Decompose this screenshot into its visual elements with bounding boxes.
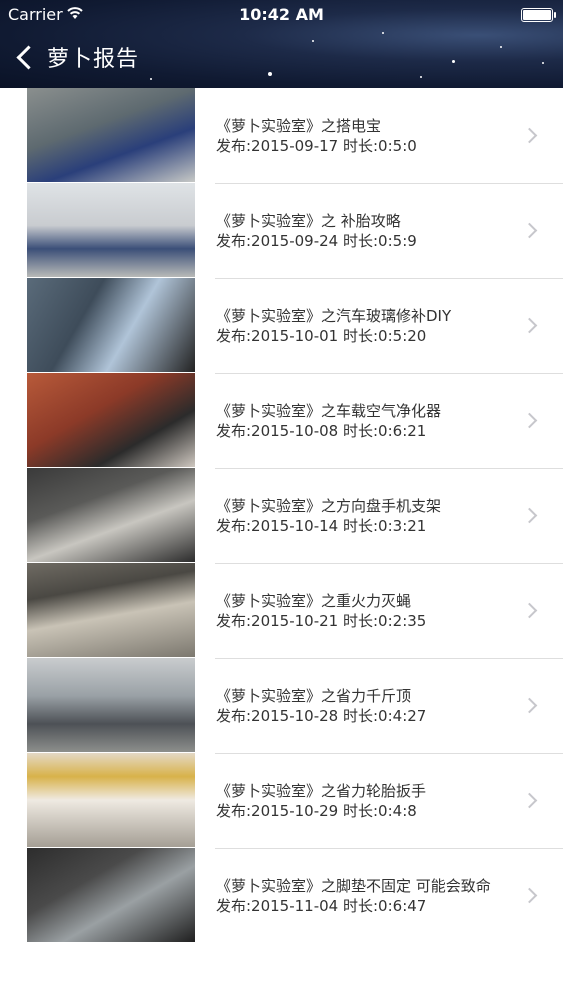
list-item[interactable]: 《萝卜实验室》之重火力灭蝇 发布:2015-10-21 时长:0:2:35: [0, 563, 563, 658]
item-title: 《萝卜实验室》之汽车玻璃修补DIY: [216, 306, 452, 325]
video-thumbnail: [27, 563, 195, 657]
status-bar: Carrier 10:42 AM: [0, 0, 563, 30]
chevron-right-icon: [521, 697, 538, 713]
back-button[interactable]: 萝卜报告: [14, 40, 139, 74]
chevron-right-icon: [521, 887, 538, 903]
list-item[interactable]: 《萝卜实验室》之省力轮胎扳手 发布:2015-10-29 时长:0:4:8: [0, 753, 563, 848]
video-thumbnail: [27, 373, 195, 467]
star: [382, 32, 384, 34]
video-thumbnail: [27, 88, 195, 182]
item-text: 《萝卜实验室》之车载空气净化器 发布:2015-10-08 时长:0:6:21: [216, 401, 513, 441]
item-meta: 发布:2015-09-17 时长:0:5:0: [216, 136, 417, 155]
star: [268, 72, 272, 76]
item-meta: 发布:2015-10-29 时长:0:4:8: [216, 801, 417, 820]
list-item[interactable]: 《萝卜实验室》之方向盘手机支架 发布:2015-10-14 时长:0:3:21: [0, 468, 563, 563]
item-title: 《萝卜实验室》之车载空气净化器: [216, 401, 442, 420]
star: [312, 40, 314, 42]
item-text: 《萝卜实验室》之省力轮胎扳手 发布:2015-10-29 时长:0:4:8: [216, 781, 513, 821]
item-meta: 发布:2015-10-14 时长:0:3:21: [216, 516, 427, 535]
item-title: 《萝卜实验室》之重火力灭蝇: [216, 591, 412, 610]
item-text: 《萝卜实验室》之脚垫不固定 可能会致命 发布:2015-11-04 时长:0:6…: [216, 876, 513, 916]
video-thumbnail: [27, 658, 195, 752]
item-meta: 发布:2015-10-08 时长:0:6:21: [216, 421, 427, 440]
star: [500, 46, 502, 48]
chevron-right-icon: [521, 412, 538, 428]
chevron-left-icon: [16, 44, 41, 70]
item-title: 《萝卜实验室》之省力轮胎扳手: [216, 781, 427, 800]
item-title: 《萝卜实验室》之搭电宝: [216, 116, 382, 135]
item-title: 《萝卜实验室》之省力千斤顶: [216, 686, 412, 705]
chevron-right-icon: [521, 792, 538, 808]
star: [420, 76, 422, 78]
list-item[interactable]: 《萝卜实验室》之搭电宝 发布:2015-09-17 时长:0:5:0: [0, 88, 563, 183]
item-text: 《萝卜实验室》之汽车玻璃修补DIY 发布:2015-10-01 时长:0:5:2…: [216, 306, 513, 346]
video-thumbnail: [27, 753, 195, 847]
item-meta: 发布:2015-10-21 时长:0:2:35: [216, 611, 427, 630]
list-item[interactable]: 《萝卜实验室》之脚垫不固定 可能会致命 发布:2015-11-04 时长:0:6…: [0, 848, 563, 943]
video-list: 《萝卜实验室》之搭电宝 发布:2015-09-17 时长:0:5:0 《萝卜实验…: [0, 88, 563, 943]
item-text: 《萝卜实验室》之搭电宝 发布:2015-09-17 时长:0:5:0: [216, 116, 513, 156]
star: [452, 60, 455, 63]
item-text: 《萝卜实验室》之方向盘手机支架 发布:2015-10-14 时长:0:3:21: [216, 496, 513, 536]
item-title: 《萝卜实验室》之脚垫不固定 可能会致命: [216, 876, 491, 895]
status-time: 10:42 AM: [239, 5, 324, 24]
chevron-right-icon: [521, 507, 538, 523]
page-title: 萝卜报告: [47, 47, 140, 72]
chevron-right-icon: [521, 127, 538, 143]
video-thumbnail: [27, 278, 195, 372]
battery-icon: [521, 8, 556, 22]
item-meta: 发布:2015-10-01 时长:0:5:20: [216, 326, 427, 345]
item-text: 《萝卜实验室》之省力千斤顶 发布:2015-10-28 时长:0:4:27: [216, 686, 513, 726]
chevron-right-icon: [521, 317, 538, 333]
chevron-right-icon: [521, 222, 538, 238]
item-title: 《萝卜实验室》之 补胎攻略: [216, 211, 401, 230]
video-thumbnail: [27, 848, 195, 942]
item-meta: 发布:2015-09-24 时长:0:5:9: [216, 231, 417, 250]
video-thumbnail: [27, 468, 195, 562]
navigation-header: Carrier 10:42 AM 萝卜报告: [0, 0, 563, 88]
item-meta: 发布:2015-10-28 时长:0:4:27: [216, 706, 427, 725]
item-text: 《萝卜实验室》之 补胎攻略 发布:2015-09-24 时长:0:5:9: [216, 211, 513, 251]
item-title: 《萝卜实验室》之方向盘手机支架: [216, 496, 442, 515]
list-item[interactable]: 《萝卜实验室》之 补胎攻略 发布:2015-09-24 时长:0:5:9: [0, 183, 563, 278]
list-item[interactable]: 《萝卜实验室》之汽车玻璃修补DIY 发布:2015-10-01 时长:0:5:2…: [0, 278, 563, 373]
list-item[interactable]: 《萝卜实验室》之车载空气净化器 发布:2015-10-08 时长:0:6:21: [0, 373, 563, 468]
star: [542, 62, 544, 64]
video-thumbnail: [27, 183, 195, 277]
star: [150, 78, 152, 80]
item-text: 《萝卜实验室》之重火力灭蝇 发布:2015-10-21 时长:0:2:35: [216, 591, 513, 631]
chevron-right-icon: [521, 602, 538, 618]
item-meta: 发布:2015-11-04 时长:0:6:47: [216, 896, 427, 915]
list-item[interactable]: 《萝卜实验室》之省力千斤顶 发布:2015-10-28 时长:0:4:27: [0, 658, 563, 753]
